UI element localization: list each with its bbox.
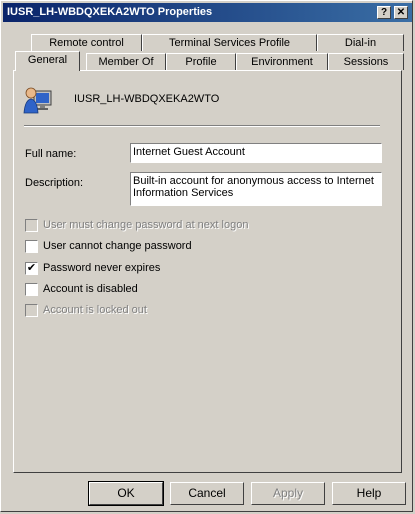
must-change-password-label: User must change password at next logon bbox=[43, 219, 249, 231]
account-name: IUSR_LH-WBDQXEKA2WTO bbox=[74, 93, 220, 105]
description-line-1: Built-in account for anonymous access to… bbox=[133, 175, 374, 187]
full-name-field[interactable]: Internet Guest Account bbox=[130, 143, 382, 163]
checkmark-icon: ✔ bbox=[26, 262, 37, 274]
full-name-label: Full name: bbox=[25, 148, 77, 160]
general-content: IUSR_LH-WBDQXEKA2WTO Full name: Internet… bbox=[1, 1, 414, 513]
account-disabled-checkbox[interactable] bbox=[25, 283, 38, 296]
account-disabled-label: Account is disabled bbox=[43, 283, 138, 295]
cannot-change-password-checkbox[interactable] bbox=[25, 240, 38, 253]
separator bbox=[24, 125, 380, 127]
cannot-change-password-label: User cannot change password bbox=[43, 240, 192, 252]
description-line-2: Information Services bbox=[133, 187, 234, 199]
description-label: Description: bbox=[25, 177, 84, 189]
password-never-expires-checkbox[interactable]: ✔ bbox=[25, 262, 38, 275]
description-field[interactable]: Built-in account for anonymous access to… bbox=[130, 172, 382, 206]
account-locked-out-checkbox[interactable] bbox=[25, 304, 38, 317]
account-locked-out-label: Account is locked out bbox=[43, 304, 147, 316]
password-never-expires-label: Password never expires bbox=[43, 262, 161, 274]
properties-dialog: IUSR_LH-WBDQXEKA2WTO Properties ? ✕ Remo… bbox=[0, 0, 413, 512]
must-change-password-checkbox[interactable] bbox=[25, 219, 38, 232]
